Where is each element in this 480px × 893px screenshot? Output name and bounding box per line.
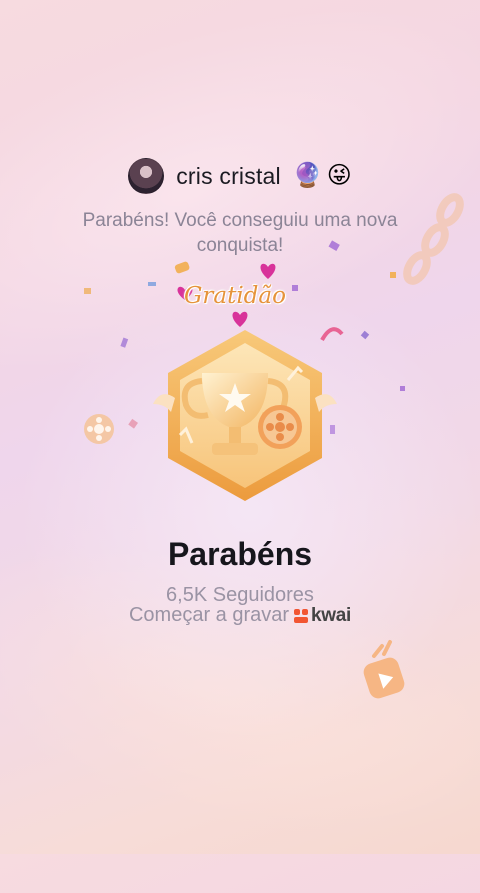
profile-header: cris cristal 🔮 😜 [0,158,480,194]
kwai-logo: kwai [293,605,351,627]
badge-label: Gratidão [184,283,286,309]
username[interactable]: cris cristal [176,163,281,190]
video-play-icon [363,640,405,699]
record-label[interactable]: Começar a gravar [129,604,289,627]
avatar[interactable] [128,158,165,194]
achievement-title: Parabéns [167,536,313,572]
record-cta[interactable]: Começar a gravar kwai [0,604,480,627]
achievement-message: Parabéns! Você conseguiu uma nova conqui… [82,210,398,256]
winking-face-emoji-icon: 😜 [326,162,352,189]
crystal-ball-emoji-icon: 🔮 [292,162,323,189]
kwai-brand-text: kwai [311,604,352,626]
kwai-logo-icon [294,608,309,623]
